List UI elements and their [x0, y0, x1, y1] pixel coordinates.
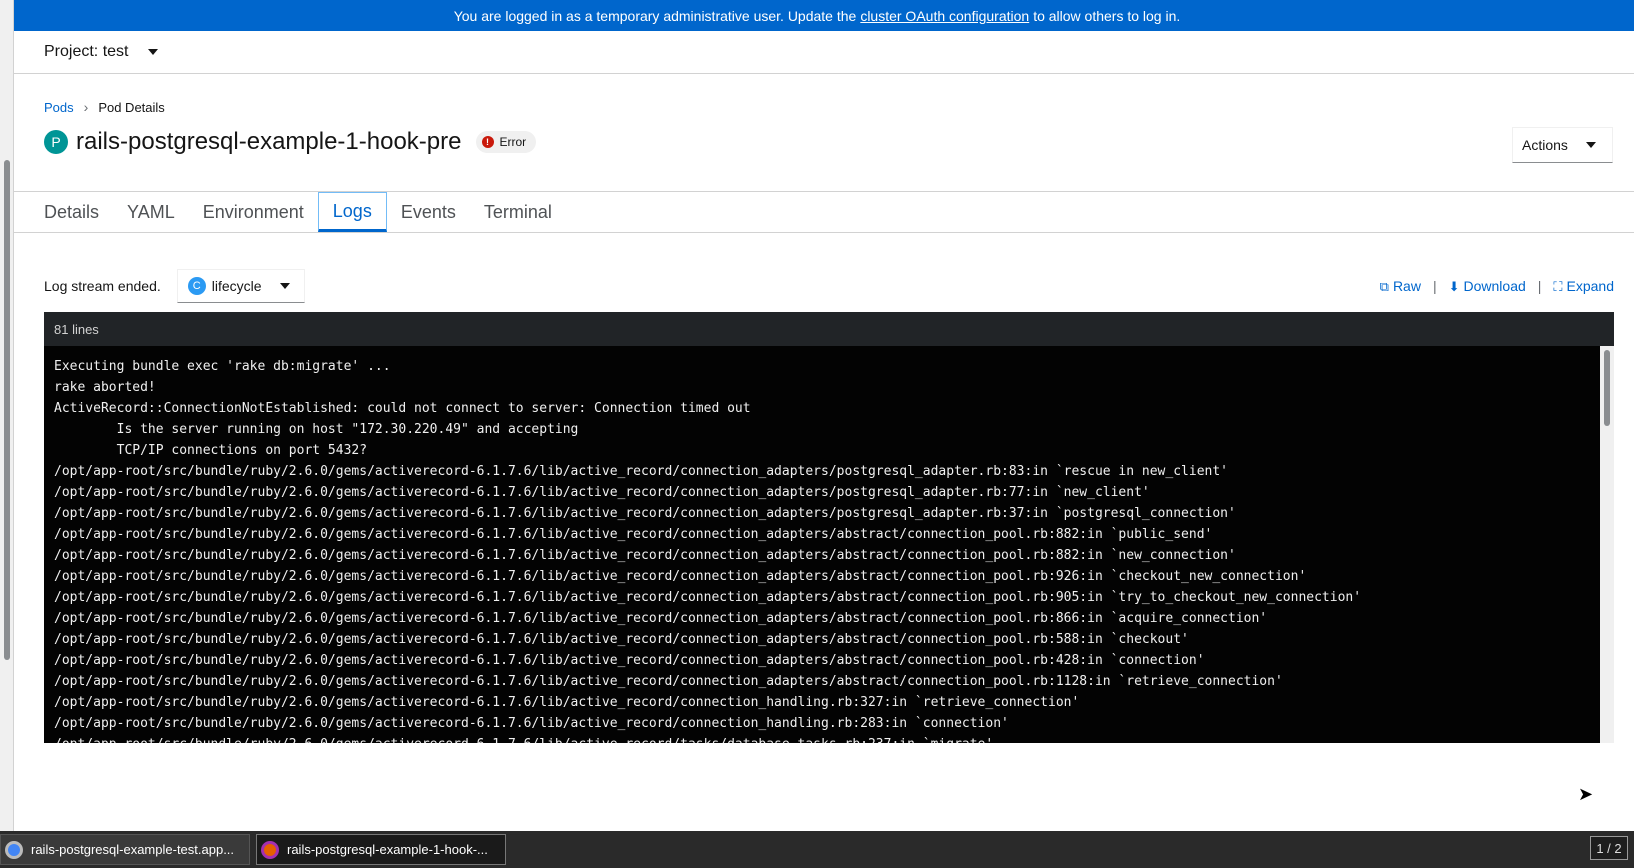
log-line: Executing bundle exec 'rake db:migrate' …: [54, 359, 391, 374]
log-line: rake aborted!: [54, 380, 156, 395]
log-line: /opt/app-root/src/bundle/ruby/2.6.0/gems…: [54, 506, 1236, 521]
log-line: /opt/app-root/src/bundle/ruby/2.6.0/gems…: [54, 485, 1150, 500]
log-line: /opt/app-root/src/bundle/ruby/2.6.0/gems…: [54, 695, 1080, 710]
raw-link[interactable]: ⧉ Raw: [1380, 278, 1421, 295]
caret-down-icon: [279, 283, 290, 289]
container-select[interactable]: C lifecycle: [176, 269, 305, 303]
tab-logs[interactable]: Logs: [317, 192, 387, 232]
tab-details[interactable]: Details: [30, 192, 113, 232]
divider: |: [1432, 278, 1437, 294]
log-line: /opt/app-root/src/bundle/ruby/2.6.0/gems…: [54, 590, 1362, 605]
mouse-cursor-icon: ➤: [1578, 784, 1594, 804]
actions-label: Actions: [1522, 137, 1568, 153]
breadcrumb-pods-link[interactable]: Pods: [44, 100, 74, 115]
workspace-pager[interactable]: 1 / 2: [1590, 836, 1628, 860]
page-title-row: P rails-postgresql-example-1-hook-pre ! …: [44, 128, 537, 156]
chrome-icon: [5, 840, 23, 859]
log-scrollbar[interactable]: [1600, 346, 1614, 743]
chevron-right-icon: ›: [83, 99, 89, 115]
expand-label: Expand: [1566, 277, 1614, 294]
log-line: /opt/app-root/src/bundle/ruby/2.6.0/gems…: [54, 734, 1584, 743]
tab-terminal[interactable]: Terminal: [470, 192, 566, 232]
expand-icon: ⛶: [1553, 278, 1563, 294]
error-icon: !: [481, 136, 494, 148]
caret-down-icon: [1585, 142, 1596, 148]
taskbar-item-label: rails-postgresql-example-1-hook-...: [287, 842, 488, 857]
cluster-oauth-link[interactable]: cluster OAuth configuration: [860, 8, 1029, 24]
taskbar-item-label: rails-postgresql-example-test.app...: [31, 842, 235, 857]
taskbar-item-chrome[interactable]: rails-postgresql-example-test.app...: [0, 834, 250, 865]
log-line: /opt/app-root/src/bundle/ruby/2.6.0/gems…: [54, 548, 1236, 563]
container-badge-icon: C: [187, 277, 206, 295]
divider: |: [1537, 278, 1542, 294]
log-line: /opt/app-root/src/bundle/ruby/2.6.0/gems…: [54, 569, 1307, 584]
breadcrumb-current: Pod Details: [98, 99, 165, 115]
download-icon: ⬇: [1448, 278, 1460, 294]
page-scrollbar[interactable]: [0, 0, 14, 831]
download-label: Download: [1463, 277, 1526, 294]
pod-resource-badge: P: [44, 130, 68, 154]
status-badge: ! Error: [475, 131, 537, 153]
log-line: /opt/app-root/src/bundle/ruby/2.6.0/gems…: [54, 527, 1213, 542]
page-scrollbar-thumb[interactable]: [4, 160, 10, 660]
logs-toolbar: Log stream ended. C lifecycle ⧉ Raw | ⬇ Do…: [44, 269, 1614, 303]
tab-yaml[interactable]: YAML: [113, 192, 189, 232]
container-name: lifecycle: [211, 278, 262, 294]
log-line: /opt/app-root/src/bundle/ruby/2.6.0/gems…: [54, 674, 1283, 689]
tab-events[interactable]: Events: [387, 192, 470, 232]
log-line: /opt/app-root/src/bundle/ruby/2.6.0/gems…: [54, 653, 1205, 668]
breadcrumb: Pods › Pod Details: [44, 99, 165, 115]
log-line: /opt/app-root/src/bundle/ruby/2.6.0/gems…: [54, 464, 1228, 479]
tab-bar: Details YAML Environment Logs Events Ter…: [14, 191, 1634, 233]
expand-link[interactable]: ⛶ Expand: [1553, 278, 1614, 295]
log-window[interactable]: Executing bundle exec 'rake db:migrate' …: [44, 346, 1614, 743]
log-line: Is the server running on host "172.30.22…: [54, 422, 579, 437]
log-lines: Executing bundle exec 'rake db:migrate' …: [44, 346, 1584, 743]
project-label: Project: test: [44, 43, 129, 60]
log-line: /opt/app-root/src/bundle/ruby/2.6.0/gems…: [54, 716, 1009, 731]
log-line: ActiveRecord::ConnectionNotEstablished: …: [54, 401, 751, 416]
app-window: You are logged in as a temporary adminis…: [0, 0, 1634, 868]
project-selector[interactable]: Project: test: [14, 31, 1634, 74]
log-actions: ⧉ Raw | ⬇ Download | ⛶ Expand: [1380, 278, 1614, 295]
status-text: Error: [499, 135, 527, 149]
external-window-icon: ⧉: [1379, 278, 1389, 294]
caret-down-icon: [148, 49, 159, 55]
firefox-icon: [261, 840, 279, 859]
log-stream-status: Log stream ended.: [44, 278, 161, 294]
banner-text-after: to allow others to log in.: [1033, 7, 1181, 24]
admin-banner: You are logged in as a temporary adminis…: [0, 0, 1634, 31]
taskbar-item-firefox[interactable]: rails-postgresql-example-1-hook-...: [256, 834, 506, 865]
taskbar: rails-postgresql-example-test.app... rai…: [0, 831, 1634, 868]
raw-label: Raw: [1392, 277, 1421, 294]
actions-dropdown[interactable]: Actions: [1512, 127, 1613, 163]
download-link[interactable]: ⬇ Download: [1449, 278, 1526, 295]
log-line: /opt/app-root/src/bundle/ruby/2.6.0/gems…: [54, 611, 1268, 626]
log-line-count: 81 lines: [54, 321, 99, 337]
page-title: rails-postgresql-example-1-hook-pre: [76, 128, 462, 155]
log-scrollbar-thumb[interactable]: [1604, 350, 1610, 426]
log-line: /opt/app-root/src/bundle/ruby/2.6.0/gems…: [54, 632, 1189, 647]
banner-text-before: You are logged in as a temporary adminis…: [453, 7, 857, 24]
tab-environment[interactable]: Environment: [189, 192, 318, 232]
log-line: TCP/IP connections on port 5432?: [54, 443, 368, 458]
log-header: 81 lines: [44, 312, 1614, 346]
